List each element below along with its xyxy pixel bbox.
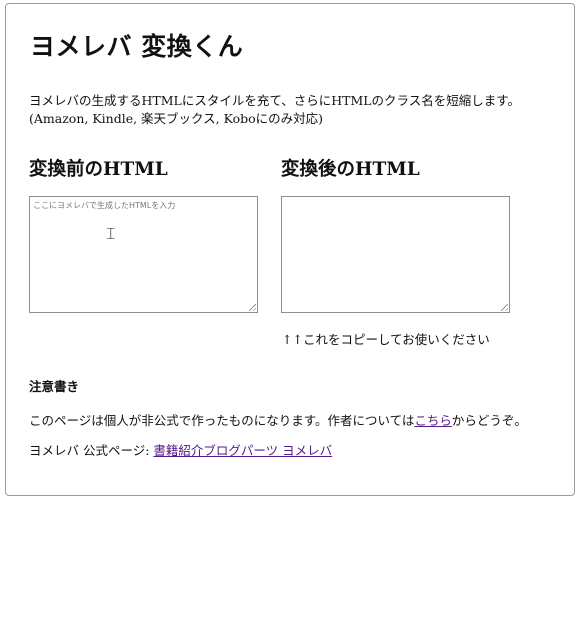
copy-note: ↑↑これをコピーしてお使いください: [282, 332, 490, 347]
input-textarea[interactable]: ここにヨメレバで生成したHTMLを入力: [29, 196, 258, 313]
resize-grip-icon[interactable]: [501, 304, 508, 311]
intro-text: ヨメレバの生成するHTMLにスタイルを充て、さらにHTMLのクラス名を短縮します…: [29, 93, 521, 126]
notes-heading: 注意書き: [29, 379, 80, 394]
main-card: ヨメレバ 変換くん ヨメレバの生成するHTMLにスタイルを充て、さらにHTMLの…: [5, 3, 575, 496]
notes-official-line: ヨメレバ 公式ページ: 書籍紹介ブログパーツ ヨメレバ: [29, 440, 332, 459]
input-heading: 変換前のHTML: [29, 159, 168, 180]
notes-author-text: このページは個人が非公式で作ったものになります。作者については: [29, 413, 415, 428]
output-heading: 変換後のHTML: [281, 159, 420, 180]
input-placeholder: ここにヨメレバで生成したHTMLを入力: [33, 201, 176, 210]
resize-grip-icon[interactable]: [249, 304, 256, 311]
notes-author-line: このページは個人が非公式で作ったものになります。作者についてはこちらからどうぞ。: [29, 410, 527, 429]
notes-author-suffix: からどうぞ。: [451, 413, 527, 428]
author-link[interactable]: こちら: [414, 413, 452, 428]
official-page-link[interactable]: 書籍紹介ブログパーツ ヨメレバ: [153, 443, 332, 458]
output-textarea[interactable]: [281, 196, 510, 313]
page-title: ヨメレバ 変換くん: [30, 32, 244, 61]
official-page-label: ヨメレバ 公式ページ:: [29, 443, 154, 458]
text-cursor-icon: ⌶: [106, 224, 116, 243]
